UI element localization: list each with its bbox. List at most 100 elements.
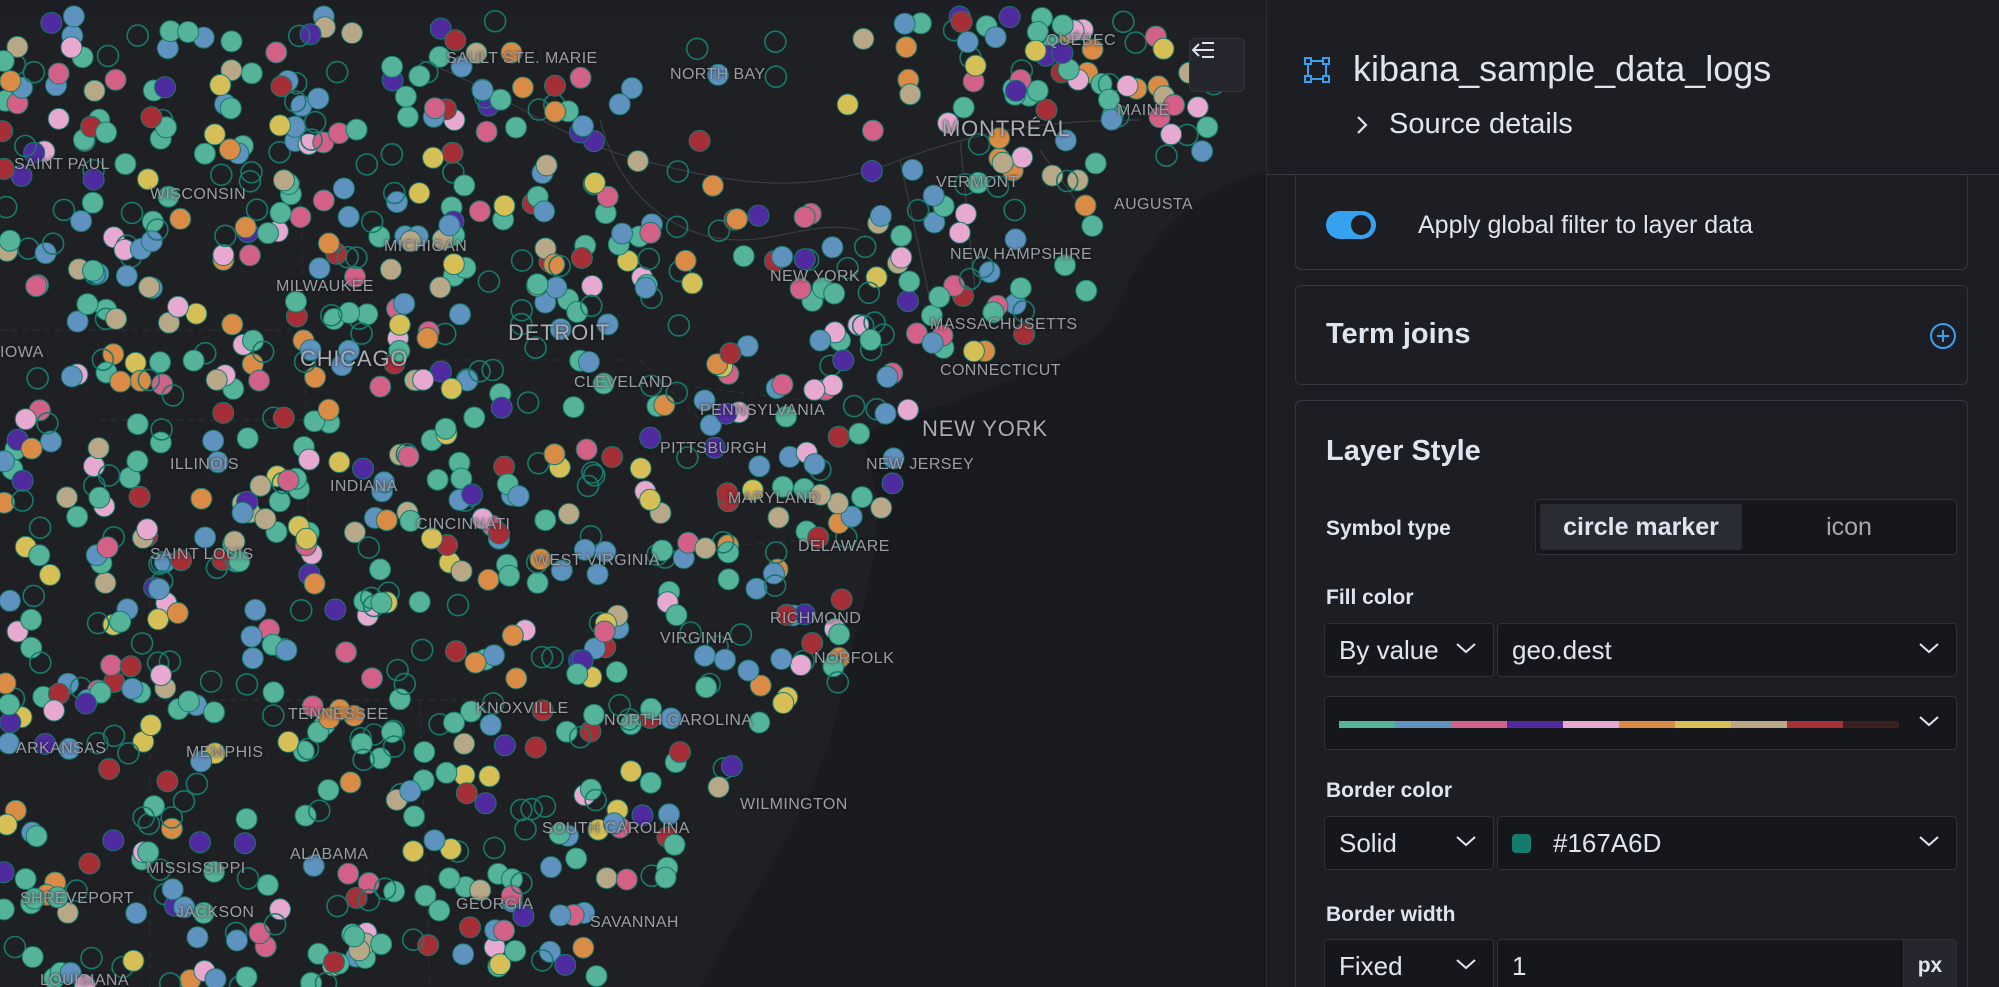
map-data-point[interactable] [634, 276, 657, 299]
border-width-input[interactable]: 1 px [1497, 939, 1957, 987]
map-data-point[interactable] [317, 398, 340, 421]
map-data-point[interactable] [0, 693, 21, 716]
map-data-point[interactable] [620, 760, 642, 783]
symbol-icon-option[interactable]: icon [1746, 504, 1952, 550]
map-data-point[interactable] [1075, 279, 1098, 302]
map-data-point[interactable] [204, 968, 227, 987]
map-data-point[interactable] [0, 229, 21, 252]
map-data-point[interactable] [122, 949, 145, 972]
map-data-point[interactable] [898, 270, 921, 293]
map-data-point[interactable] [665, 604, 688, 627]
map-data-point[interactable] [793, 206, 816, 229]
fill-mode-select[interactable]: By value [1324, 623, 1494, 677]
map-data-point[interactable] [248, 922, 271, 945]
map-data-point[interactable] [1084, 152, 1107, 175]
map-data-point[interactable] [47, 107, 70, 130]
map-data-point[interactable] [303, 572, 326, 595]
map-data-point[interactable] [1186, 96, 1209, 119]
map-data-point[interactable] [426, 468, 449, 491]
map-data-point[interactable] [533, 200, 556, 223]
map-data-point[interactable] [1196, 116, 1219, 139]
map-data-point[interactable] [639, 488, 662, 511]
map-data-point[interactable] [294, 804, 317, 827]
map-data-point[interactable] [396, 105, 419, 128]
map-data-point[interactable] [60, 365, 83, 388]
map-data-point[interactable] [189, 831, 211, 854]
map-data-point[interactable] [317, 232, 340, 255]
map-data-point[interactable] [593, 620, 616, 643]
map-data-point[interactable] [268, 490, 291, 513]
map-data-point[interactable] [595, 867, 618, 890]
map-data-point[interactable] [453, 732, 476, 755]
map-data-point[interactable] [154, 76, 176, 99]
map-data-point[interactable] [772, 692, 795, 714]
map-data-point[interactable] [501, 624, 524, 647]
map-data-point[interactable] [381, 55, 404, 78]
map-data-point[interactable] [524, 736, 547, 759]
map-data-point[interactable] [565, 847, 588, 870]
map-data-point[interactable] [881, 472, 904, 495]
map-data-point[interactable] [861, 119, 884, 142]
map-data-point[interactable] [803, 378, 826, 401]
map-data-point[interactable] [324, 598, 347, 621]
map-data-point[interactable] [177, 690, 200, 713]
map-data-point[interactable] [848, 422, 871, 445]
map-data-point[interactable] [954, 203, 977, 225]
map-data-point[interactable] [674, 249, 697, 272]
map-data-point[interactable] [962, 340, 985, 363]
map-data-point[interactable] [507, 485, 530, 508]
map-data-point[interactable] [535, 154, 558, 177]
map-data-point[interactable] [543, 443, 566, 466]
map-data-point[interactable] [695, 676, 718, 699]
map-data-point[interactable] [417, 934, 440, 957]
map-data-point[interactable] [370, 591, 393, 614]
map-data-point[interactable] [423, 97, 446, 120]
map-data-point[interactable] [328, 451, 351, 474]
map-data-point[interactable] [572, 936, 595, 959]
map-data-point[interactable] [1191, 140, 1214, 163]
map-data-point[interactable] [241, 647, 264, 670]
map-data-point[interactable] [343, 925, 366, 948]
map-data-point[interactable] [380, 721, 403, 744]
map-data-point[interactable] [11, 469, 34, 492]
map-data-point[interactable] [717, 568, 740, 591]
map-data-point[interactable] [323, 951, 345, 974]
map-data-point[interactable] [0, 672, 17, 695]
map-data-point[interactable] [1116, 74, 1139, 97]
map-data-point[interactable] [928, 286, 951, 308]
map-data-point[interactable] [557, 502, 580, 525]
map-data-point[interactable] [767, 506, 790, 529]
map-data-point[interactable] [998, 6, 1021, 28]
border-width-mode-select[interactable]: Fixed [1324, 939, 1494, 987]
map-data-point[interactable] [265, 41, 288, 64]
map-data-point[interactable] [956, 31, 979, 53]
map-data-point[interactable] [964, 54, 987, 77]
map-data-point[interactable] [748, 455, 771, 478]
map-data-point[interactable] [256, 874, 279, 896]
map-data-point[interactable] [860, 160, 883, 183]
map-data-point[interactable] [408, 65, 431, 88]
map-data-point[interactable] [870, 496, 893, 519]
map-data-point[interactable] [95, 121, 118, 144]
map-data-point[interactable] [341, 22, 363, 44]
map-data-point[interactable] [876, 365, 899, 388]
map-data-point[interactable] [272, 169, 295, 192]
map-data-point[interactable] [793, 248, 816, 271]
map-data-point[interactable] [20, 437, 43, 460]
map-data-point[interactable] [978, 261, 1001, 284]
map-data-point[interactable] [566, 663, 589, 685]
map-data-point[interactable] [34, 242, 57, 265]
map-data-point[interactable] [25, 825, 48, 848]
map-data-point[interactable] [441, 141, 464, 164]
map-data-point[interactable] [896, 290, 919, 313]
map-data-point[interactable] [438, 214, 461, 237]
map-data-point[interactable] [193, 142, 216, 165]
map-data-point[interactable] [76, 293, 99, 316]
map-data-point[interactable] [233, 832, 256, 855]
map-data-point[interactable] [809, 329, 832, 352]
map-data-point[interactable] [105, 307, 128, 330]
map-data-point[interactable] [771, 245, 794, 268]
map-data-point[interactable] [747, 204, 770, 227]
map-data-point[interactable] [461, 483, 484, 506]
color-ramp-select[interactable] [1324, 696, 1957, 750]
